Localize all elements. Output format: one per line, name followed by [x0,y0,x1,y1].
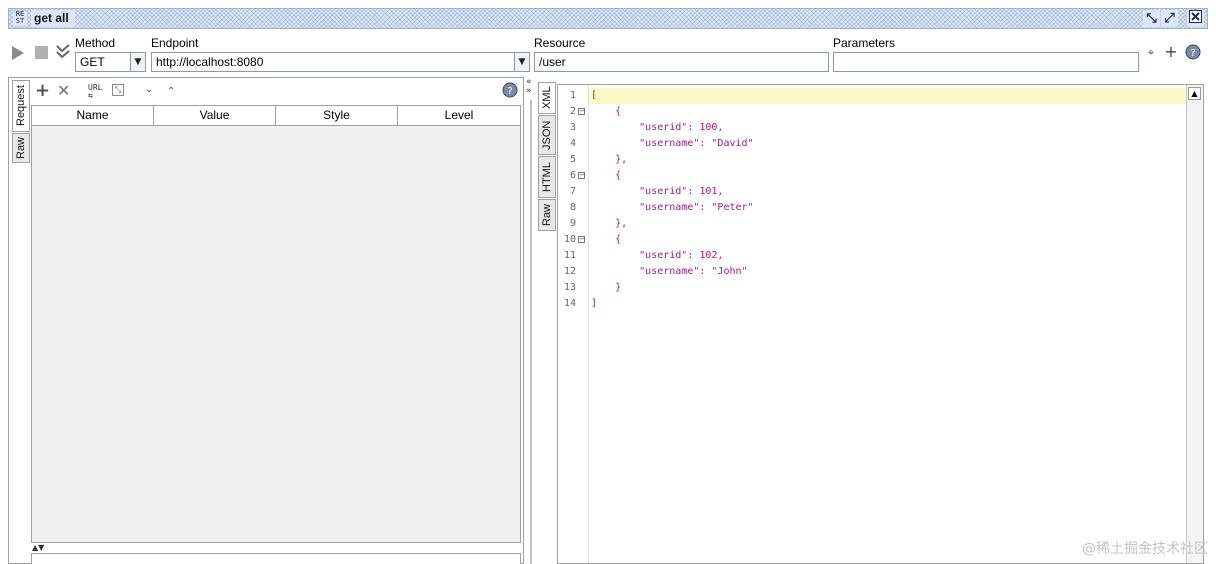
fold-toggle-icon[interactable]: − [578,236,585,243]
parameters-label: Parameters [833,36,896,50]
panel-divider[interactable] [530,100,532,564]
code-line: "userid": 101, [591,186,724,197]
parameters-filter-icon[interactable]: ⌖ [1144,46,1158,60]
line-number: 11 [563,250,576,261]
parameters-input[interactable] [833,52,1139,72]
line-number: 13 [563,282,576,293]
line-number: 4 [569,138,576,149]
delete-icon[interactable]: ✕ [57,82,70,100]
method-select[interactable]: GET [75,52,131,72]
line-number: 10 [563,234,576,245]
line-number: 12 [563,266,576,277]
code-line: ] [591,298,598,309]
close-icon[interactable] [1187,10,1204,27]
scroll-up-icon[interactable]: ▲ [1188,87,1201,100]
code-line: { [591,170,622,181]
add-parameter-icon[interactable]: + [1164,42,1178,61]
line-number: 6 [569,170,576,181]
window-title: get all [31,10,75,27]
line-number: 7 [569,186,576,197]
tab-html[interactable]: HTML [538,156,556,198]
submit-icon[interactable] [55,44,71,63]
endpoint-dropdown-icon[interactable]: ▼ [514,52,530,72]
move-down-icon[interactable]: ⌄ [145,84,153,95]
tab-json[interactable]: JSON [538,115,556,155]
vertical-scrollbar[interactable]: ▲ [1186,85,1203,563]
code-line: "username": "Peter" [591,202,754,213]
request-body-area[interactable] [31,553,521,564]
line-number: 8 [569,202,576,213]
method-label: Method [75,36,116,50]
stop-icon[interactable] [35,46,48,59]
collapse-left-icon[interactable]: «» [526,78,532,96]
window-title-bar: RE ST get all ⤡ ⤢ [8,8,1208,29]
column-header-level[interactable]: Level [398,106,520,126]
svg-text:?: ? [1190,48,1195,59]
code-line: "userid": 102, [591,250,724,261]
watermark: @稀土掘金技术社区 [1082,541,1208,557]
tab-xml[interactable]: XML [538,82,556,114]
tab-raw-request[interactable]: Raw [12,133,30,163]
line-number: 9 [569,218,576,229]
method-dropdown-icon[interactable]: ▼ [130,52,146,72]
splitter-icon[interactable]: ▲▼ [32,544,44,552]
run-icon[interactable] [11,45,25,64]
code-line: }, [591,218,628,229]
add-icon[interactable]: + [35,82,50,100]
line-number: 3 [569,122,576,133]
tab-raw-response[interactable]: Raw [538,199,556,231]
code-line: "userid": 100, [591,122,724,133]
minimize-icon[interactable]: ⤡ [1143,10,1160,27]
request-help-icon[interactable]: ? [502,82,518,101]
code-line: { [591,106,622,117]
resource-label: Resource [534,36,586,50]
url-encode-icon[interactable]: URL ⇆ [88,84,102,100]
response-editor[interactable]: 1[2− {3 "userid": 100, 4 "username": "Dav… [557,84,1204,564]
svg-text:?: ? [507,86,512,97]
help-icon[interactable]: ? [1185,44,1201,63]
resize-icon[interactable]: ⤡ [112,84,124,96]
tab-request[interactable]: Request [12,80,30,132]
fold-toggle-icon[interactable]: − [578,172,585,179]
current-line-highlight [589,88,1188,104]
fold-toggle-icon[interactable]: − [578,108,585,115]
column-header-style[interactable]: Style [276,106,398,126]
maximize-icon[interactable]: ⤢ [1161,10,1178,27]
resource-input[interactable]: /user [534,52,829,72]
code-line: "username": "David" [591,138,754,149]
code-line: } [591,282,622,293]
endpoint-input[interactable]: http://localhost:8080 [151,52,515,72]
line-number: 1 [569,90,576,101]
line-number: 14 [563,298,576,309]
column-header-name[interactable]: Name [32,106,154,126]
code-line: "username": "John" [591,266,748,277]
rest-icon: RE ST [13,11,27,26]
code-line: }, [591,154,628,165]
line-number: 5 [569,154,576,165]
parameters-table: Name Value Style Level [31,105,521,543]
line-number: 2 [569,106,576,117]
code-line: { [591,234,622,245]
move-up-icon[interactable]: ⌃ [167,86,175,97]
code-line: [ [591,90,598,101]
column-header-value[interactable]: Value [154,106,276,126]
endpoint-label: Endpoint [151,36,199,50]
